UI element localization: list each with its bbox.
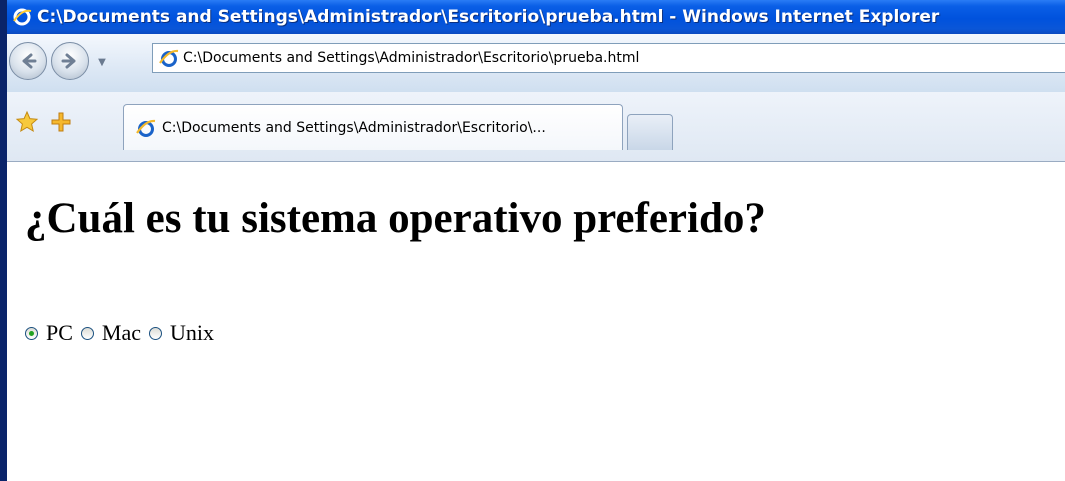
page-content: ¿Cuál es tu sistema operativo preferido?… — [7, 162, 1065, 481]
browser-window: C:\Documents and Settings\Administrador\… — [0, 0, 1065, 481]
radio-unix[interactable] — [149, 326, 163, 340]
address-bar[interactable]: C:\Documents and Settings\Administrador\… — [152, 43, 1065, 73]
address-text[interactable]: C:\Documents and Settings\Administrador\… — [183, 50, 639, 66]
ie-page-icon — [159, 48, 179, 68]
back-button[interactable] — [9, 42, 47, 80]
navigation-bar: ▼ C:\Documents and Settings\Administrado… — [7, 34, 1065, 92]
os-radio-group: PC Mac Unix — [25, 320, 222, 346]
forward-button[interactable] — [51, 42, 89, 80]
back-arrow-icon — [22, 53, 37, 69]
title-bar[interactable]: C:\Documents and Settings\Administrador\… — [7, 0, 1065, 34]
new-tab-button[interactable] — [627, 114, 673, 150]
tab-current-page[interactable]: C:\Documents and Settings\Administrador\… — [123, 104, 623, 150]
ie-logo-icon — [11, 6, 33, 28]
favorites-star-icon[interactable] — [15, 110, 39, 134]
radio-mac-label[interactable]: Mac — [102, 320, 141, 346]
chevron-down-icon: ▼ — [98, 56, 106, 68]
radio-pc[interactable] — [25, 326, 38, 340]
tab-bar: C:\Documents and Settings\Administrador\… — [7, 92, 1065, 162]
page-heading: ¿Cuál es tu sistema operativo preferido? — [25, 195, 766, 242]
radio-pc-label[interactable]: PC — [46, 320, 73, 346]
radio-mac[interactable] — [80, 326, 94, 340]
add-favorite-icon[interactable] — [49, 110, 73, 134]
ie-page-icon — [136, 118, 156, 138]
forward-arrow-icon — [61, 53, 76, 69]
tab-label: C:\Documents and Settings\Administrador\… — [162, 119, 546, 136]
radio-unix-label[interactable]: Unix — [170, 320, 214, 346]
history-dropdown-button[interactable]: ▼ — [95, 54, 109, 70]
window-title: C:\Documents and Settings\Administrador\… — [37, 7, 940, 27]
